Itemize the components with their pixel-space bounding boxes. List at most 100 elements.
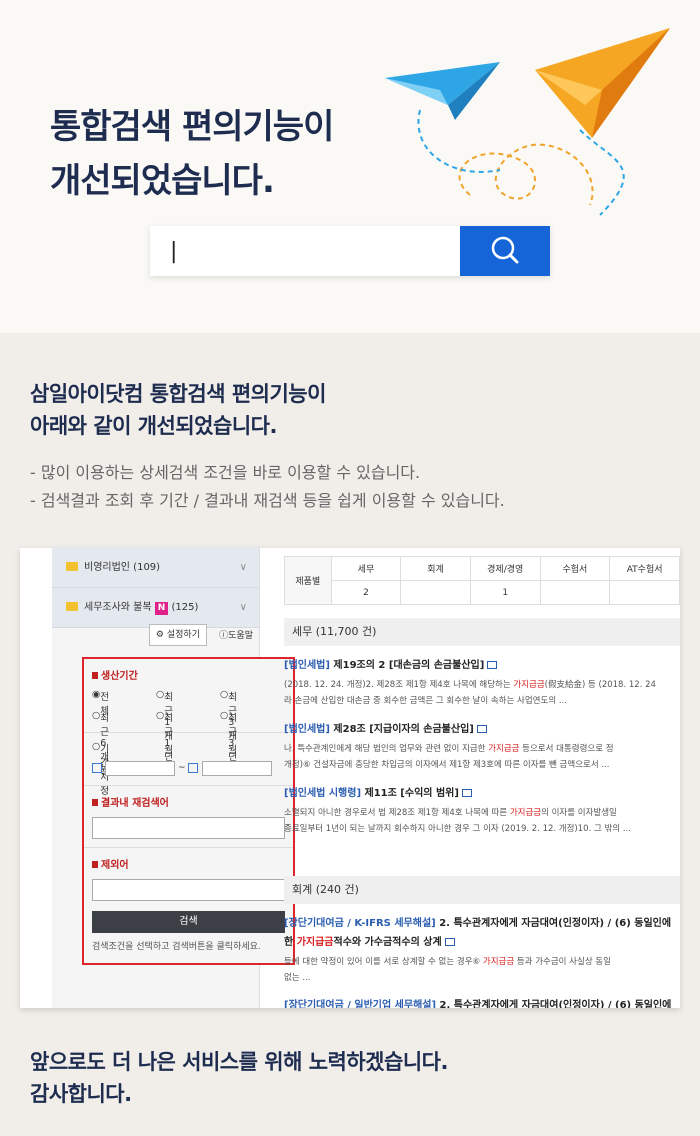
category-item[interactable]: 비영리법인 (109) ∨ [52,548,259,588]
radio-custom-period[interactable]: ○ 기간지정 [92,741,109,797]
settings-button[interactable]: ⚙ 설정하기 [148,624,207,646]
hero-title: 통합검색 편의기능이 개선되었습니다. [50,100,334,208]
filter-hint: 검색조건을 선택하고 검색버튼을 클릭하세요. [92,942,261,952]
radio-1month[interactable]: ○ 최근1개월 [156,689,173,756]
category-item[interactable]: 세무조사와 불복 N (125) ∨ [52,588,259,628]
result-category: [법인세법] [284,724,330,735]
closing-line: 앞으로도 더 나은 서비스를 위해 노력하겠습니다. [30,1050,448,1074]
result-item[interactable]: [장단기대여금 / 일반기업 세무해설] 2. 특수관계자에게 자금대여(인정이… [284,996,680,1008]
filter-search-button[interactable]: 검색 [92,911,285,933]
result-title[interactable]: [장단기대여금 / 일반기업 세무해설] 2. 특수관계자에게 자금대여(인정이… [284,996,680,1008]
section-header: 세무 (11,700 건) [284,618,680,646]
result-title-text: 제19조의 2 [대손금의 손금불산입] [329,660,485,671]
calendar-icon[interactable] [188,763,198,773]
snippet-text: (假支給金) 등 (2018. 12. 24 [544,680,656,690]
new-badge: N [154,602,169,615]
period-title: 생산기간 [92,667,285,682]
table-cell [609,580,680,605]
hero-title-line: 통합검색 편의기능이 [50,107,334,147]
start-date-input[interactable] [105,761,175,776]
radio-label: 최근3년 [228,713,238,763]
result-title[interactable]: [장단기대여금 / K-IFRS 세무해설] 2. 특수관계자에게 자금대여(인… [284,914,680,929]
search-input[interactable] [150,226,460,276]
blue-plane-icon [385,62,500,120]
result-title-text: 적수와 가수금적수의 상계 [333,937,442,948]
popup-icon[interactable] [461,789,472,797]
table-cell[interactable]: 1 [469,580,541,605]
table-row-header: 제품별 [284,556,332,605]
chevron-down-icon: ∨ [239,602,247,613]
snippet-text: 라 손금에 산입한 대손금 중 회수한 금액은 그 회수한 날이 속하는 사업연… [284,696,567,706]
snippet-text: 등에 대한 약정이 있어 이를 서로 상계할 수 없는 경우⑥ [284,957,483,967]
search-bar [150,226,550,276]
table-cell[interactable]: 2 [330,580,402,605]
date-separator: ~ [178,763,186,773]
exclude-title: 제외어 [92,856,285,871]
snippet-text: 없는 ... [284,973,311,983]
table-cell [400,580,471,605]
snippet-highlight: 가지급금 [513,680,545,690]
result-snippet: 등에 대한 약정이 있어 이를 서로 상계할 수 없는 경우⑥ 가지급금 등과 … [284,954,680,986]
snippet-text: (2018. 12. 24. 개정)2. 제28조 제1항 제4호 나목에 해당… [284,680,514,690]
popup-icon[interactable] [444,938,455,946]
popup-icon[interactable] [476,725,487,733]
result-title[interactable]: [법인세법] 제28조 [지급이자의 손금불산입] [284,720,680,735]
section-header: 회계 (240 건) [284,876,680,904]
chevron-down-icon: ∨ [239,562,247,573]
popup-icon[interactable] [487,661,498,669]
folder-icon [66,562,78,571]
feature-list: - 많이 이용하는 상세검색 조건을 바로 이용할 수 있습니다. - 검색결과… [30,459,670,515]
table-col-header[interactable]: 경제/경영 [469,556,541,581]
date-range: ~ [92,761,285,777]
table-col-header[interactable]: 수험서 [539,556,611,581]
result-category: [법인세법 시행령] [284,788,362,799]
research-input[interactable] [92,817,285,839]
gear-icon: ⚙ [155,630,164,640]
table-col-header[interactable]: 회계 [400,556,471,581]
calendar-icon[interactable] [92,763,102,773]
result-item[interactable]: [법인세법] 제28조 [지급이자의 손금불산입] 나. 특수관계인에게 해당 … [284,720,680,773]
snippet-text: 의 이자를 이자발생일 [541,808,617,818]
radio-3month[interactable]: ○ 최근3개월 [220,689,237,756]
hero-banner: 통합검색 편의기능이 개선되었습니다. [0,0,700,333]
intro-section: 삼일아이닷컴 통합검색 편의기능이 아래와 같이 개선되었습니다. - 많이 이… [30,378,670,515]
snippet-text: 나. 특수관계인에게 해당 법인의 업무와 관련 없이 지급한 [284,744,489,754]
radio-all[interactable]: ◉ 전체 [92,689,109,717]
result-title[interactable]: 한 가지급금적수와 가수금적수의 상계 [284,933,680,948]
radio-1year[interactable]: ○ 최근1년 [156,710,173,763]
result-title-text: 2. 특수관계자에게 자금대여(인정이자) / (6) 동일인에 [436,1000,672,1008]
feature-screenshot: 비영리법인 (109) ∨ 세무조사와 불복 N (125) ∨ ⚙ 설정하기 … [20,548,680,1008]
result-snippet: 소멸되지 아니한 경우로서 법 제28조 제1항 제4호 나목에 따른 가지급금… [284,805,680,837]
result-item[interactable]: [장단기대여금 / K-IFRS 세무해설] 2. 특수관계자에게 자금대여(인… [284,914,680,986]
radio-6month[interactable]: ○ 최근6개월 [92,710,109,777]
result-snippet: (2018. 12. 24. 개정)2. 제28조 제1항 제4호 나목에 해당… [284,677,680,709]
settings-label: 설정하기 [166,630,200,640]
result-item[interactable]: [법인세법 시행령] 제11조 [수익의 범위] 소멸되지 아니한 경우로서 법… [284,784,680,837]
table-col-header[interactable]: 세무 [330,556,402,581]
category-label: 세무조사와 불복 [84,602,152,613]
intro-title-line: 삼일아이닷컴 통합검색 편의기능이 [30,382,326,406]
result-title[interactable]: [법인세법] 제19조의 2 [대손금의 손금불산입] [284,656,680,671]
radio-3year[interactable]: ○ 최근3년 [220,710,237,763]
question-icon: ⓘ [219,631,229,641]
result-title[interactable]: [법인세법 시행령] 제11조 [수익의 범위] [284,784,680,799]
table-col-header[interactable]: AT수험서 [609,556,680,581]
exclude-input[interactable] [92,879,285,901]
folder-icon [66,602,78,611]
title-highlight: 가지급금 [296,937,334,948]
snippet-highlight: 가지급금 [482,957,515,967]
hero-title-line: 개선되었습니다. [50,161,275,201]
search-button[interactable] [460,226,550,276]
category-count: (125) [171,602,199,613]
intro-title: 삼일아이닷컴 통합검색 편의기능이 아래와 같이 개선되었습니다. [30,378,670,442]
help-link[interactable]: ⓘ도움말 [219,628,253,641]
result-snippet: 나. 특수관계인에게 해당 법인의 업무와 관련 없이 지급한 가지급금 등으로… [284,741,680,773]
snippet-text: 등으로서 대통령령으로 정 [519,744,614,754]
right-panel: 제품별 세무 회계 경제/경영 수험서 AT수험서 2 1 세무 (11,700… [270,548,680,1008]
snippet-text: 개정)⑥ 건설자금에 충당한 차입금의 이자에서 제1항 제3호에 따른 이자를… [284,760,610,770]
search-icon [491,236,519,264]
closing-line: 감사합니다. [30,1082,132,1106]
result-item[interactable]: [법인세법] 제19조의 2 [대손금의 손금불산입] (2018. 12. 2… [284,656,680,709]
category-label: 비영리법인 (109) [84,562,161,573]
end-date-input[interactable] [202,761,272,776]
